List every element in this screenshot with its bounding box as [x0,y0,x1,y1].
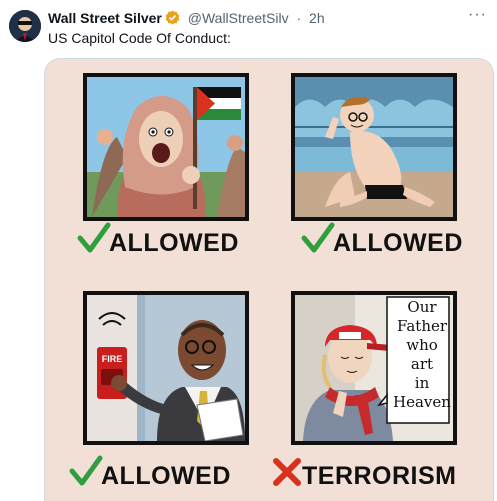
panel-label-allowed: ALLOWED [333,229,463,257]
comic-panel-speedo-man [291,73,457,221]
speech-bubble-line: in [414,374,430,392]
panel-label-allowed: ALLOWED [101,462,231,490]
speech-bubble-line: Heaven [393,393,451,411]
check-mark-icon [77,222,111,253]
x-mark-icon [273,458,301,486]
comic-panel-protester [83,73,249,221]
panel-label-terrorism: TERRORISM [302,462,457,490]
verified-badge-icon [165,10,180,28]
check-mark-icon [69,455,103,486]
tweet-media-image[interactable]: FIRE Our Father who art in Heaven ALLOWE… [44,58,494,501]
fire-alarm-label: FIRE [102,354,123,364]
timestamp[interactable]: 2h [309,10,325,26]
speech-bubble-line: Father [396,317,448,335]
speech-bubble-line: art [410,355,434,373]
author-avatar[interactable] [9,10,41,42]
tweet-header: Wall Street Silver @WallStreetSilv · 2h … [48,6,487,28]
comic-panel-fire-alarm: FIRE [83,291,249,445]
more-options-icon[interactable]: ··· [468,6,487,24]
tweet-text: US Capitol Code Of Conduct: [48,30,231,46]
panel-label-allowed: ALLOWED [109,229,239,257]
check-mark-icon [301,222,335,253]
separator-dot: · [296,10,302,26]
author-handle[interactable]: @WallStreetSilv [188,10,289,26]
speech-bubble-line: Our [407,298,437,316]
speedo-man-illustration [295,77,453,217]
speech-bubble-line: who [406,336,438,354]
fire-alarm-illustration: FIRE [87,295,245,441]
author-name[interactable]: Wall Street Silver [48,10,162,26]
protester-illustration [87,87,245,217]
